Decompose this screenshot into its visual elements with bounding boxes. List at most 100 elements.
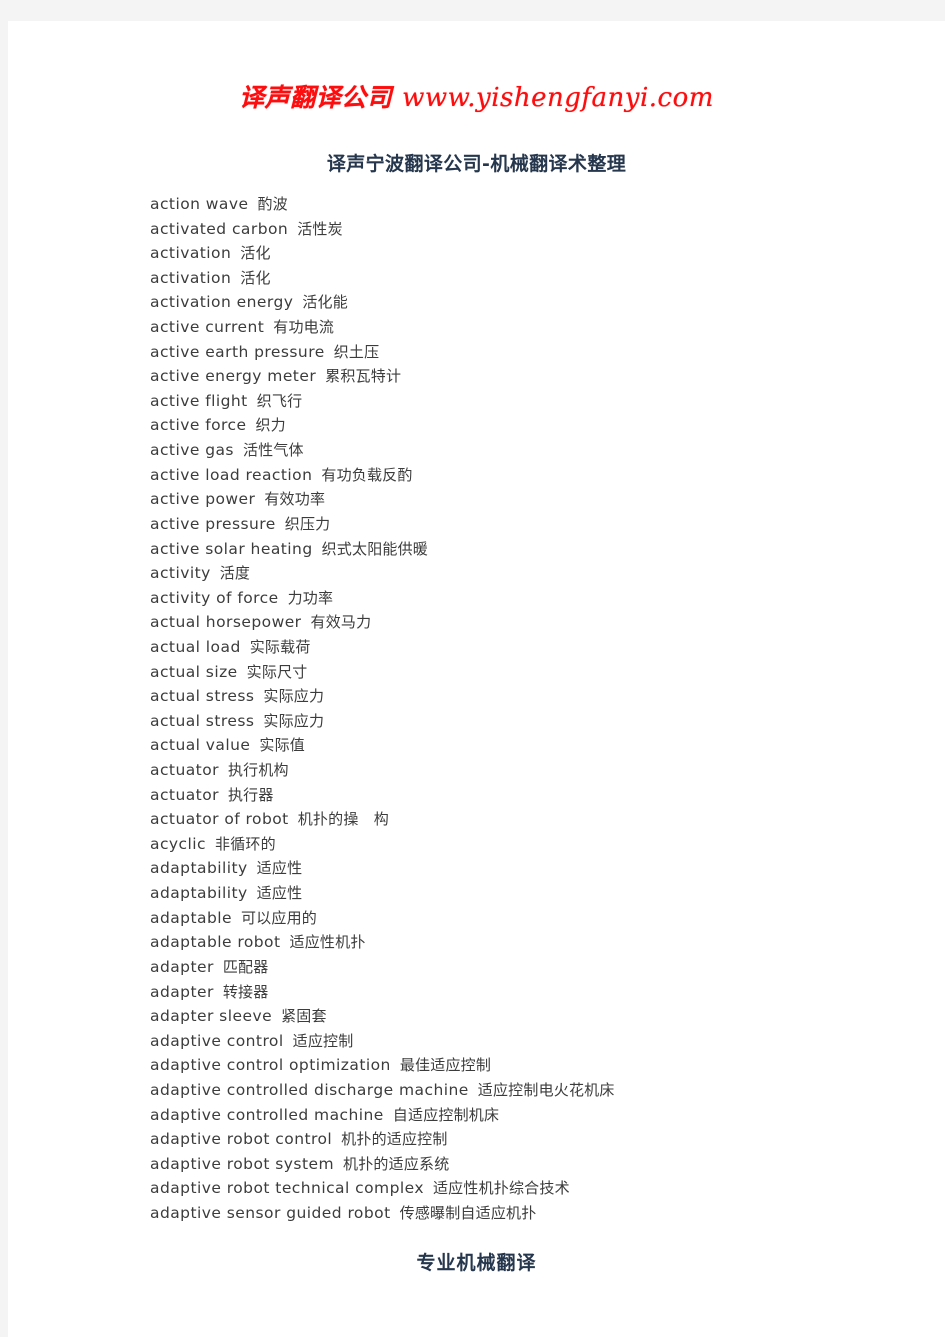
- glossary-entry: activation 活化: [150, 266, 930, 291]
- glossary-translation: 适应性机扑综合技术: [432, 1179, 570, 1198]
- glossary-term: actuator: [150, 761, 219, 780]
- glossary-entry: actual load 实际载荷: [150, 635, 930, 660]
- glossary-translation: 紧固套: [281, 1007, 327, 1026]
- glossary-entry: adapter sleeve 紧固套: [150, 1004, 930, 1029]
- glossary-translation: 可以应用的: [240, 908, 317, 927]
- glossary-translation: 活化: [240, 244, 271, 263]
- glossary-term: action wave: [150, 195, 249, 213]
- glossary-term: adaptive controlled machine: [150, 1105, 384, 1124]
- glossary-term: adaptability: [150, 859, 248, 878]
- glossary-term: adaptable robot: [150, 933, 281, 952]
- glossary-translation: 织土压: [333, 342, 380, 361]
- glossary-term: adaptive controlled discharge machine: [150, 1080, 469, 1099]
- glossary-entry: actual stress 实际应力: [150, 709, 930, 734]
- glossary-translation: 织式太阳能供暖: [321, 539, 429, 558]
- glossary-entry: active gas 活性气体: [150, 438, 930, 463]
- glossary-term: active gas: [150, 441, 234, 460]
- glossary-term: activity of force: [150, 588, 279, 607]
- glossary-entry: adaptable robot 适应性机扑: [150, 930, 930, 955]
- glossary-translation: 最佳适应控制: [399, 1056, 492, 1075]
- brand-website-url: www.yishengfanyi.com: [402, 83, 714, 113]
- glossary-term: activation: [150, 268, 232, 287]
- glossary-entry: adaptive robot technical complex 适应性机扑综合技…: [150, 1176, 930, 1201]
- glossary-term: actual stress: [150, 711, 255, 730]
- glossary-term: active load reaction: [150, 465, 313, 484]
- glossary-term: adaptability: [150, 884, 248, 903]
- glossary-translation: 机扑的适应控制: [341, 1130, 448, 1149]
- glossary-term: adapter sleeve: [150, 1007, 273, 1026]
- glossary-term: adaptive robot system: [150, 1154, 335, 1173]
- glossary-translation: 活度: [219, 564, 251, 583]
- glossary-entry: adaptive robot control 机扑的适应控制: [150, 1127, 930, 1152]
- glossary-term: actual size: [150, 662, 238, 681]
- glossary-translation: 活化: [240, 268, 271, 287]
- glossary-term: active current: [150, 318, 265, 337]
- glossary-entry: active solar heating 织式太阳能供暖: [150, 537, 930, 562]
- glossary-translation: 实际应力: [263, 687, 325, 706]
- site-brand-header: 译声翻译公司 www.yishengfanyi.com: [8, 78, 945, 114]
- glossary-translation: 非循环的: [215, 834, 276, 853]
- glossary-term: adaptive control: [150, 1031, 284, 1050]
- glossary-term: acyclic: [150, 834, 206, 853]
- glossary-entry: actuator 执行器: [150, 783, 930, 808]
- glossary-entry: adaptive control optimization 最佳适应控制: [150, 1053, 930, 1078]
- glossary-entry: activity 活度: [150, 561, 930, 586]
- glossary-term: active force: [150, 416, 247, 435]
- glossary-term: active earth pressure: [150, 342, 325, 361]
- glossary-term: adaptable: [150, 908, 232, 927]
- glossary-translation: 适应控制: [292, 1031, 354, 1050]
- glossary-term: adaptive control optimization: [150, 1056, 391, 1075]
- glossary-entry: actuator 执行机构: [150, 758, 930, 783]
- glossary-translation: 机扑的操 构: [297, 810, 389, 829]
- glossary-translation: 活化能: [302, 293, 348, 312]
- glossary-term: actuator: [150, 785, 219, 804]
- glossary-translation: 机扑的适应系统: [343, 1154, 450, 1173]
- glossary-translation: 实际尺寸: [246, 662, 308, 681]
- glossary-term: adaptive sensor guided robot: [150, 1203, 391, 1222]
- glossary-entry: actuator of robot 机扑的操 构: [150, 807, 930, 832]
- glossary-translation: 执行器: [227, 785, 274, 804]
- glossary-entry: active earth pressure 织土压: [150, 340, 930, 365]
- glossary-term: actual value: [150, 736, 251, 755]
- glossary-translation: 实际应力: [263, 711, 325, 730]
- glossary-translation: 织飞行: [256, 391, 303, 410]
- glossary-translation: 力功率: [287, 588, 334, 607]
- glossary-entry: adaptability 适应性: [150, 881, 930, 906]
- glossary-term: actuator of robot: [150, 810, 289, 829]
- glossary-translation: 酌波: [257, 195, 288, 213]
- glossary-entry: acyclic 非循环的: [150, 832, 930, 857]
- glossary-term: activation energy: [150, 293, 294, 312]
- glossary-entry: actual stress 实际应力: [150, 684, 930, 709]
- glossary-translation: 自适应控制机床: [392, 1105, 500, 1124]
- glossary-entry: active flight 织飞行: [150, 389, 930, 414]
- glossary-entry: actual size 实际尺寸: [150, 660, 930, 685]
- glossary-entry: actual value 实际值: [150, 733, 930, 758]
- glossary-term: active solar heating: [150, 539, 313, 558]
- glossary-translation: 织力: [255, 416, 286, 435]
- glossary-entry: active energy meter 累积瓦特计: [150, 364, 930, 389]
- glossary-term: active energy meter: [150, 367, 317, 386]
- glossary-entry: active power 有效功率: [150, 487, 930, 512]
- glossary-translation: 转接器: [222, 982, 269, 1001]
- glossary-entry: actual horsepower 有效马力: [150, 610, 930, 635]
- glossary-term: activated carbon: [150, 219, 289, 238]
- document-title: 译声宁波翻译公司-机械翻译术整理: [326, 153, 627, 175]
- glossary-translation: 实际载荷: [249, 637, 311, 656]
- brand-name-chinese: 译声翻译公司: [239, 83, 393, 112]
- glossary-translation: 累积瓦特计: [325, 367, 402, 386]
- glossary-entry: activation energy 活化能: [150, 290, 930, 315]
- glossary-list: action wave 酌波 activated carbon 活性炭 activati…: [150, 192, 930, 1226]
- glossary-entry: activation 活化: [150, 241, 930, 266]
- document-footer: 专业机械翻译: [416, 1252, 537, 1274]
- glossary-translation: 适应控制电火花机床: [477, 1080, 615, 1099]
- glossary-translation: 适应性: [256, 859, 303, 878]
- glossary-term: active pressure: [150, 514, 276, 533]
- glossary-entry: activity of force 力功率: [150, 586, 930, 611]
- glossary-entry: activated carbon 活性炭: [150, 217, 930, 242]
- glossary-translation: 织压力: [284, 514, 331, 533]
- glossary-term: actual horsepower: [150, 613, 302, 632]
- glossary-entry: adaptive control 适应控制: [150, 1029, 930, 1054]
- glossary-entry: adaptability 适应性: [150, 856, 930, 881]
- glossary-translation: 执行机构: [227, 761, 289, 780]
- glossary-term: active power: [150, 490, 256, 509]
